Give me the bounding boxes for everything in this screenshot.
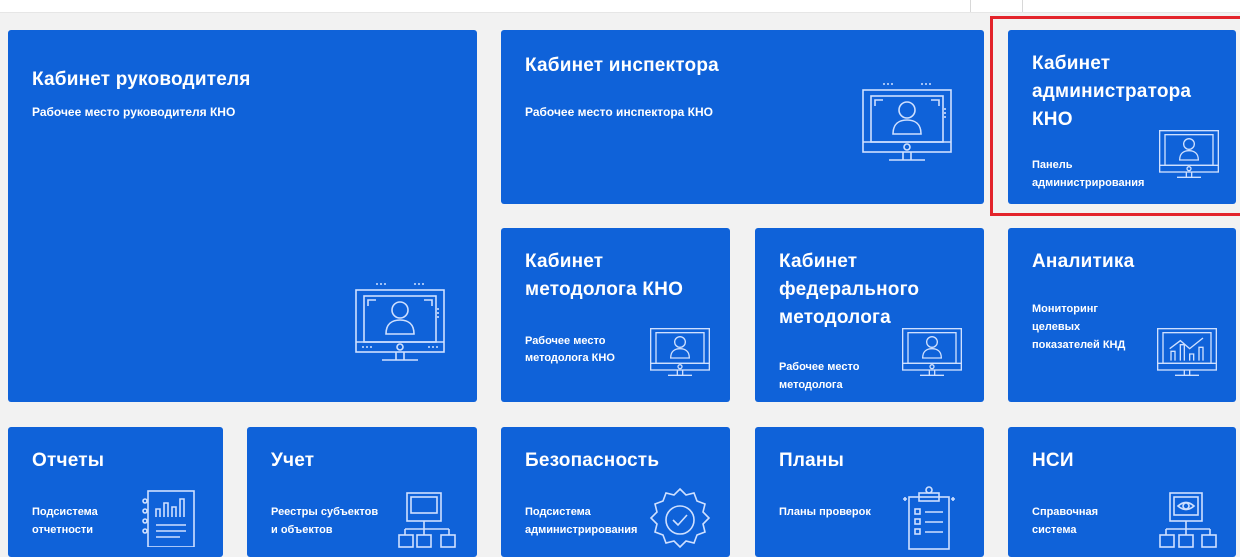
tile-nsi[interactable]: НСИ Справочная система: [1008, 427, 1236, 557]
tile-accounting[interactable]: Учет Реестры субъектов и объектов: [247, 427, 477, 557]
tile-methodologist-cabinet[interactable]: Кабинет методолога КНО Рабочее место мет…: [501, 228, 730, 402]
tile-title: Аналитика: [1032, 251, 1135, 272]
tile-title: НСИ: [1032, 450, 1074, 471]
tile-reports[interactable]: Отчеты Подсистема отчетности: [8, 427, 223, 557]
tile-title: Планы: [779, 450, 844, 471]
tile-subtitle-line: показателей КНД: [1032, 339, 1126, 351]
top-bar-divider: [1022, 0, 1023, 12]
monitor-user-icon: [355, 283, 445, 361]
tile-analytics[interactable]: Аналитика Мониторинг целевых показателей…: [1008, 228, 1236, 402]
monitor-chart-icon: [1157, 328, 1217, 376]
tile-subtitle-line: Мониторинг: [1032, 303, 1098, 315]
tile-title-line: методолога КНО: [525, 279, 684, 300]
gear-check-icon: [649, 487, 711, 549]
tile-title: Безопасность: [525, 450, 660, 471]
tile-subtitle-line: методолога КНО: [525, 352, 615, 364]
tile-title: Кабинет инспектора: [525, 55, 719, 76]
top-bar: [0, 0, 1240, 13]
tile-subtitle-line: Рабочее место: [525, 335, 606, 347]
tile-security[interactable]: Безопасность Подсистема администрировани…: [501, 427, 730, 557]
top-bar-divider: [970, 0, 971, 12]
tile-title: Учет: [271, 450, 315, 471]
tile-subtitle-line: Подсистема: [32, 506, 98, 518]
tile-subtitle-line: и объектов: [271, 524, 333, 536]
tile-subtitle-line: методолога: [779, 379, 843, 391]
tile-subtitle-line: Подсистема: [525, 506, 591, 518]
tile-subtitle-line: Справочная: [1032, 506, 1099, 518]
tile-subtitle: Рабочее место инспектора КНО: [525, 105, 713, 119]
tile-subtitle-line: администрирования: [525, 524, 638, 536]
tile-title-line: методолога: [779, 307, 891, 328]
reference-icon: [1159, 492, 1217, 548]
clipboard-icon: [903, 486, 955, 550]
highlight-frame: [990, 16, 1240, 216]
tile-title: Кабинет руководителя: [32, 69, 251, 90]
monitor-user-icon: [902, 328, 962, 376]
tile-subtitle-line: отчетности: [32, 524, 94, 536]
tile-plans[interactable]: Планы Планы проверок: [755, 427, 984, 557]
monitor-user-icon: [862, 83, 952, 161]
tile-head-cabinet[interactable]: Кабинет руководителя Рабочее место руков…: [8, 30, 477, 402]
tile-subtitle-line: Реестры субъектов: [271, 506, 379, 518]
tile-title: Отчеты: [32, 450, 105, 471]
tile-subtitle: Планы проверок: [779, 506, 871, 518]
report-icon: [142, 490, 195, 547]
tile-subtitle-line: Рабочее место: [779, 361, 860, 373]
tile-subtitle: Рабочее место руководителя КНО: [32, 105, 236, 119]
tile-subtitle-line: целевых: [1032, 321, 1081, 333]
tile-federal-methodologist-cabinet[interactable]: Кабинет федерального методолога Рабочее …: [755, 228, 984, 402]
tile-subtitle-line: система: [1032, 524, 1077, 536]
registry-icon: [398, 492, 456, 548]
tile-inspector-cabinet[interactable]: Кабинет инспектора Рабочее место инспект…: [501, 30, 984, 204]
monitor-user-icon: [650, 328, 710, 376]
